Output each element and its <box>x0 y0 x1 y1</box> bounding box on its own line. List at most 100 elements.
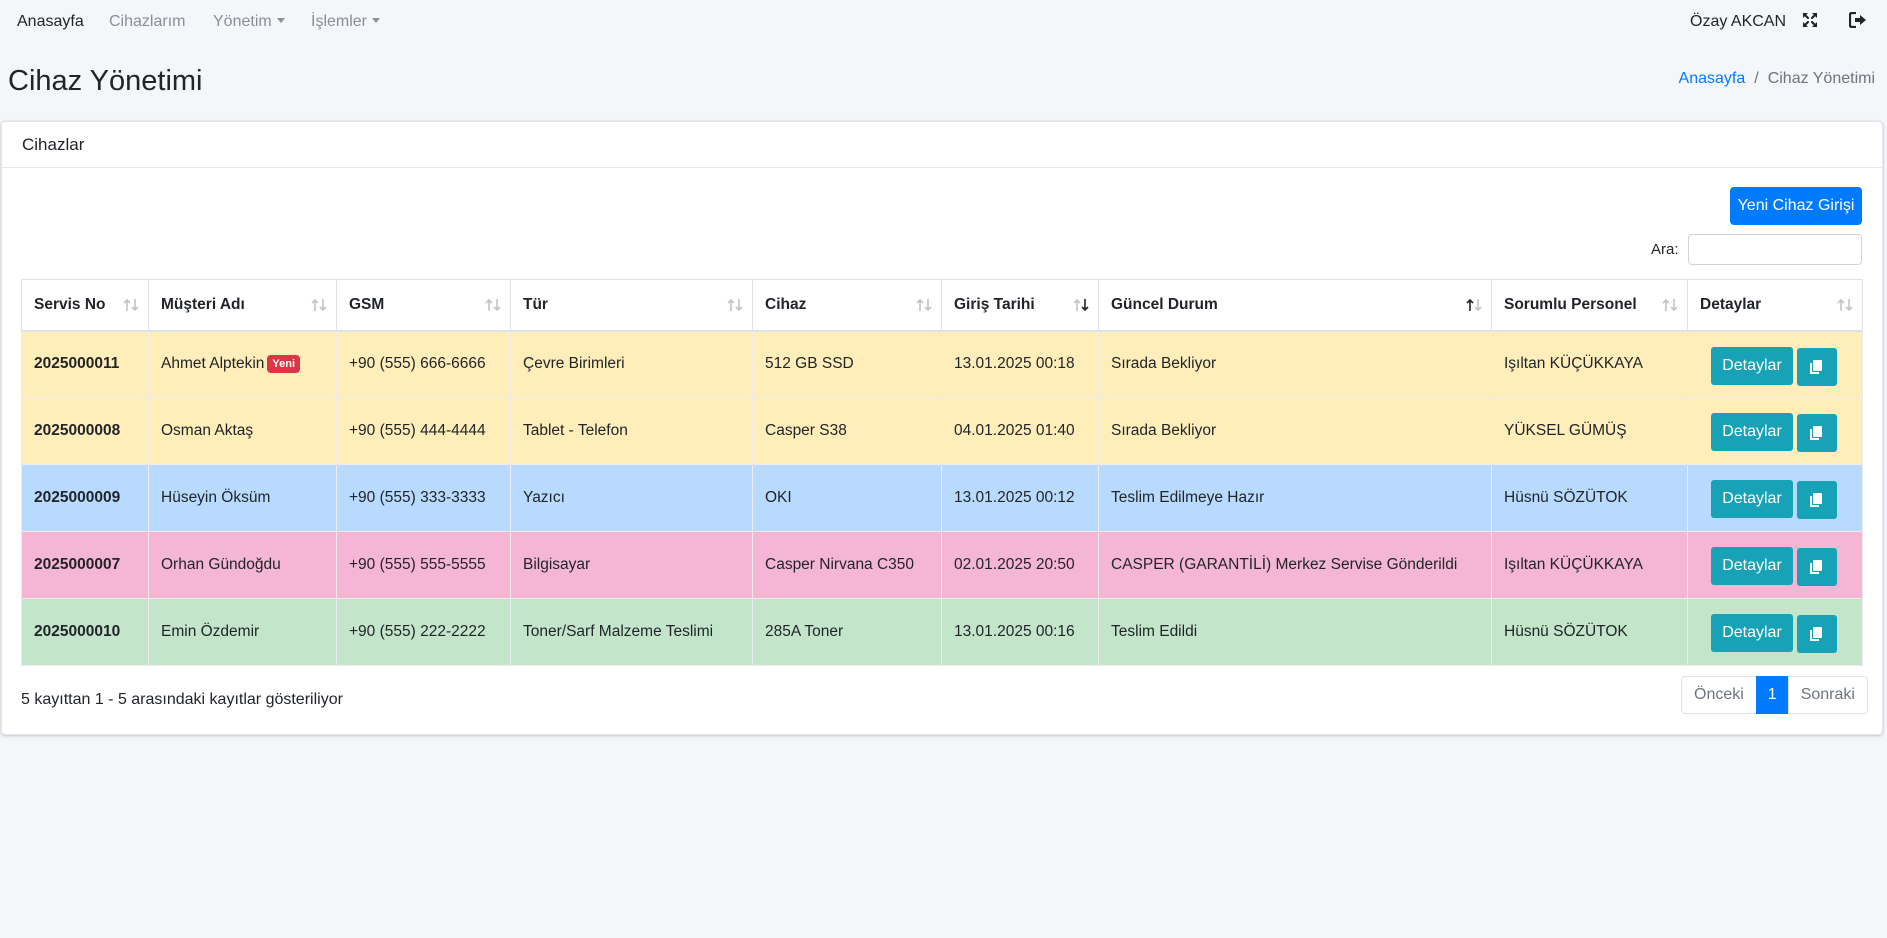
breadcrumb-current: Cihaz Yönetimi <box>1767 70 1875 87</box>
breadcrumb: Anasayfa / Cihaz Yönetimi <box>1679 69 1875 89</box>
sort-arrows-icon <box>726 298 744 312</box>
cell-service-no: 2025000010 <box>21 598 149 666</box>
cell-text: +90 (555) 222-2222 <box>349 623 486 640</box>
cell-text: +90 (555) 333-3333 <box>349 489 486 506</box>
nav-home[interactable]: Anasayfa <box>17 12 84 32</box>
copy-icon <box>1810 359 1822 374</box>
column-header-label: GSM <box>349 295 385 313</box>
copy-icon <box>1810 426 1822 440</box>
column-header-current-status[interactable]: Güncel Durum <box>1098 279 1492 332</box>
nav-management-dropdown[interactable]: Yönetim <box>213 12 285 32</box>
breadcrumb-home-link[interactable]: Anasayfa <box>1679 70 1746 87</box>
new-device-button[interactable]: Yeni Cihaz Girişi <box>1730 187 1862 225</box>
details-button[interactable]: Detaylar <box>1711 614 1793 652</box>
chevron-down-icon <box>372 18 381 23</box>
table-row: 2025000007 Orhan Gündoğdu +90 (555) 555-55… <box>21 531 1863 599</box>
top-navbar: Anasayfa Cihazlarım Yönetim İşlemler Öza… <box>0 0 1887 48</box>
cell-type: Yazıcı <box>510 464 753 532</box>
column-header-details[interactable]: Detaylar <box>1687 279 1863 332</box>
nav-devices[interactable]: Cihazlarım <box>109 12 185 32</box>
column-header-label: Sorumlu Personel <box>1504 295 1637 313</box>
cell-entry-date: 13.01.2025 00:12 <box>941 464 1099 532</box>
cell-responsible-staff: Hüsnü SÖZÜTOK <box>1491 464 1688 532</box>
user-name[interactable]: Özay AKCAN <box>1690 12 1786 32</box>
column-header-service-no[interactable]: Servis No <box>21 279 149 332</box>
copy-button[interactable] <box>1797 347 1837 386</box>
pagination-page[interactable]: 1 <box>1755 676 1789 714</box>
cell-text: +90 (555) 444-4444 <box>349 422 486 439</box>
cell-type: Toner/Sarf Malzeme Teslimi <box>510 598 753 666</box>
fullscreen-icon[interactable] <box>1802 12 1820 30</box>
cell-text: 04.01.2025 01:40 <box>954 422 1075 439</box>
cell-text: 2025000008 <box>34 422 121 439</box>
search-label: Ara: <box>1651 241 1679 258</box>
cell-gsm: +90 (555) 444-4444 <box>336 397 511 465</box>
column-header-responsible-staff[interactable]: Sorumlu Personel <box>1491 279 1688 332</box>
column-header-label: Müşteri Adı <box>161 295 245 313</box>
cell-actions: Detaylar <box>1687 397 1863 465</box>
details-button[interactable]: Detaylar <box>1711 346 1793 385</box>
copy-button[interactable] <box>1797 414 1837 452</box>
column-header-entry-date[interactable]: Giriş Tarihi <box>941 279 1099 332</box>
cell-entry-date: 04.01.2025 01:40 <box>941 397 1099 465</box>
cell-text: Işıltan KÜÇÜKKAYA <box>1504 556 1643 573</box>
cell-device: Casper S38 <box>752 397 942 465</box>
cell-current-status: Teslim Edilmeye Hazır <box>1098 464 1492 532</box>
cell-text: Hüsnü SÖZÜTOK <box>1504 489 1628 506</box>
cell-text: 13.01.2025 00:12 <box>954 489 1075 506</box>
sort-arrows-icon <box>1661 298 1679 312</box>
cell-device: Casper Nirvana C350 <box>752 531 942 599</box>
cell-text: Toner/Sarf Malzeme Teslimi <box>523 623 714 640</box>
cell-text: +90 (555) 555-5555 <box>349 556 486 573</box>
cell-service-no: 2025000009 <box>21 464 149 532</box>
cell-customer: Orhan Gündoğdu <box>148 531 337 599</box>
nav-operations-label: İşlemler <box>311 13 368 30</box>
cell-gsm: +90 (555) 555-5555 <box>336 531 511 599</box>
pagination-previous[interactable]: Önceki <box>1681 676 1757 714</box>
cell-text: Tablet - Telefon <box>523 422 628 439</box>
cell-text: Casper Nirvana C350 <box>765 556 915 573</box>
table-row: 2025000010 Emin Özdemir +90 (555) 222-2222… <box>21 598 1863 666</box>
cell-text: Casper S38 <box>765 422 847 439</box>
table-row: 2025000011 Ahmet Alptekin Yeni +90 (555) 66… <box>21 330 1863 398</box>
nav-operations-dropdown[interactable]: İşlemler <box>311 12 381 32</box>
copy-button[interactable] <box>1797 615 1837 653</box>
copy-icon <box>1810 627 1822 641</box>
cell-responsible-staff: Hüsnü SÖZÜTOK <box>1491 598 1688 666</box>
column-header-gsm[interactable]: GSM <box>336 279 511 332</box>
pagination-next[interactable]: Sonraki <box>1787 676 1868 714</box>
sort-arrows-icon <box>484 298 502 312</box>
table-body: 2025000011 Ahmet Alptekin Yeni +90 (555) 66… <box>21 330 1863 666</box>
copy-button[interactable] <box>1797 481 1837 519</box>
column-header-device[interactable]: Cihaz <box>752 279 942 332</box>
cell-text: CASPER (GARANTİLİ) Merkez Servise Gönder… <box>1111 556 1458 573</box>
cell-customer: Hüseyin Öksüm <box>148 464 337 532</box>
column-header-customer[interactable]: Müşteri Adı <box>148 279 337 332</box>
cell-current-status: Teslim Edildi <box>1098 598 1492 666</box>
cell-entry-date: 13.01.2025 00:16 <box>941 598 1099 666</box>
cell-current-status: CASPER (GARANTİLİ) Merkez Servise Gönder… <box>1098 531 1492 599</box>
table-row: 2025000009 Hüseyin Öksüm +90 (555) 333-333… <box>21 464 1863 532</box>
card-header: Cihazlar <box>2 122 1882 168</box>
details-button[interactable]: Detaylar <box>1711 413 1793 451</box>
copy-button[interactable] <box>1797 548 1837 586</box>
cell-current-status: Sırada Bekliyor <box>1098 330 1492 398</box>
column-header-label: Detaylar <box>1700 295 1762 313</box>
details-button[interactable]: Detaylar <box>1711 480 1793 518</box>
cell-text: 13.01.2025 00:16 <box>954 623 1075 640</box>
cell-customer: Osman Aktaş <box>148 397 337 465</box>
cell-device: 512 GB SSD <box>752 330 942 398</box>
logout-icon[interactable] <box>1848 11 1867 30</box>
cell-actions: Detaylar <box>1687 531 1863 599</box>
column-header-type[interactable]: Tür <box>510 279 753 332</box>
cell-service-no: 2025000011 <box>21 330 149 398</box>
search-input[interactable] <box>1688 234 1862 265</box>
cell-text: +90 (555) 666-6666 <box>349 355 486 373</box>
cell-text: 02.01.2025 20:50 <box>954 556 1075 573</box>
cell-text: 512 GB SSD <box>765 355 854 373</box>
cell-text: Işıltan KÜÇÜKKAYA <box>1504 355 1643 373</box>
cell-actions: Detaylar <box>1687 464 1863 532</box>
cell-device: OKI <box>752 464 942 532</box>
details-button[interactable]: Detaylar <box>1711 547 1793 585</box>
page-title: Cihaz Yönetimi <box>8 65 203 97</box>
